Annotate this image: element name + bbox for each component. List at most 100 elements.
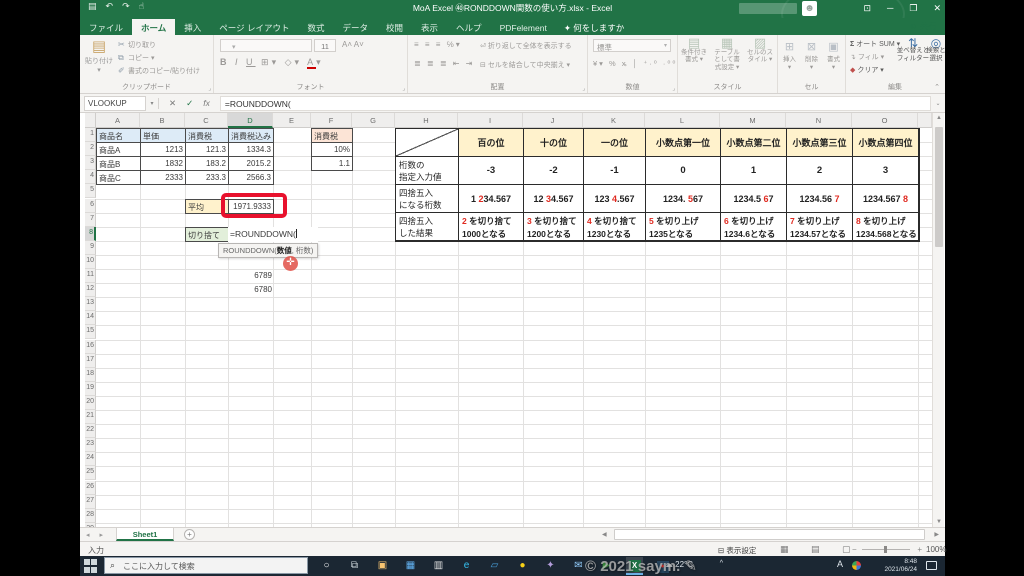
table-number-6[interactable]: 1234.567 8 (853, 185, 919, 213)
row-header-7[interactable]: 7 (85, 213, 96, 227)
column-header-L[interactable]: L (645, 113, 720, 128)
table-header-3[interactable]: 小数点第一位 (646, 129, 721, 157)
table-number-3[interactable]: 1234. 567 (646, 185, 721, 213)
display-settings-button[interactable]: ⊟ 表示設定 (718, 545, 756, 556)
table-number-0[interactable]: 1 234.567 (459, 185, 524, 213)
row-header-27[interactable]: 27 (85, 495, 96, 509)
cancel-formula-icon[interactable]: ✕ (169, 98, 176, 109)
font-size-box[interactable]: 11 (314, 39, 336, 52)
cell-A2[interactable]: 商品A (96, 142, 141, 157)
cell-D8-editing[interactable]: =ROUNDDOWN( (228, 227, 318, 242)
font-name-box[interactable]: ▾ (220, 39, 312, 52)
cell-D4[interactable]: 2566.3 (228, 170, 274, 185)
table-corner-cell[interactable] (396, 129, 459, 157)
table-number-2[interactable]: 123 4.567 (584, 185, 646, 213)
insert-function-icon[interactable]: fx (203, 98, 210, 109)
row-header-16[interactable]: 16 (85, 340, 96, 354)
worksheet-grid[interactable]: ABCDEFGHIJKLMNO1234567891011121314151617… (80, 113, 932, 527)
tab-r8[interactable]: ヘルプ (447, 19, 491, 36)
column-header-J[interactable]: J (523, 113, 583, 128)
name-box[interactable]: VLOOKUP (84, 96, 146, 111)
cell-B2[interactable]: 1213 (140, 142, 186, 157)
share-button[interactable]: ☺ 共有 (909, 20, 937, 32)
row-header-11[interactable]: 11 (85, 269, 96, 283)
taskbar-clock[interactable]: 8:48 2021/06/24 (884, 558, 917, 574)
app-blue-icon[interactable]: ▱ (486, 557, 503, 575)
number-format-box[interactable]: 標準▾ (593, 39, 671, 52)
table-result-4[interactable]: 6 を切り上げ1234.6となる (721, 213, 787, 241)
table-result-0[interactable]: 2 を切り捨て1000となる (459, 213, 524, 241)
paste-button[interactable]: ▤貼り付け ▾ (84, 38, 114, 82)
table-header-5[interactable]: 小数点第三位 (787, 129, 853, 157)
table-digit-2[interactable]: -1 (584, 157, 646, 185)
cell-B3[interactable]: 1832 (140, 156, 186, 171)
column-header-C[interactable]: C (185, 113, 228, 128)
wrap-text-button[interactable]: ⏎ 折り返して全体を表示する (480, 41, 572, 51)
name-box-dropdown-icon[interactable]: ▾ (146, 100, 158, 107)
scroll-down-icon[interactable]: ▼ (933, 519, 945, 525)
cell-A4[interactable]: 商品C (96, 170, 141, 185)
table-result-5[interactable]: 7 を切り上げ1234.57となる (787, 213, 853, 241)
horizontal-scrollbar[interactable]: ◀ ▶ (600, 529, 941, 540)
cell-C4[interactable]: 233.3 (185, 170, 229, 185)
copy-button[interactable]: ⧉コピー ▾ (118, 52, 200, 65)
fill-button[interactable]: ↴ フィル ▾ (850, 51, 900, 64)
zoom-slider[interactable]: −+ (852, 545, 922, 554)
tell-me-box[interactable]: ✦ 何をしますか (556, 19, 632, 34)
tab-r6[interactable]: 校閲 (377, 19, 412, 36)
minimize-button[interactable]: ─ (887, 3, 893, 14)
cell-styles-button[interactable]: ▨セルのスタイル ▾ (744, 39, 776, 64)
row-header-25[interactable]: 25 (85, 466, 96, 480)
cell-F1[interactable]: 消費税 (311, 128, 353, 143)
cell-F3[interactable]: 1.1 (311, 156, 353, 171)
format-button[interactable]: ▣書式▾ (823, 40, 844, 71)
app-dark-icon[interactable]: ✦ (542, 557, 559, 575)
notification-center-icon[interactable] (926, 561, 937, 570)
table-result-3[interactable]: 5 を切り上げ1235となる (646, 213, 721, 241)
enter-formula-icon[interactable]: ✓ (186, 98, 193, 109)
table-header-4[interactable]: 小数点第二位 (721, 129, 787, 157)
tab-r5[interactable]: データ (334, 19, 378, 36)
store-icon[interactable]: ▥ (430, 557, 447, 575)
taskbar-search-input[interactable]: ⌕ここに入力して検索 (104, 557, 308, 574)
table-digit-3[interactable]: 0 (646, 157, 721, 185)
row-header-21[interactable]: 21 (85, 410, 96, 424)
row-header-19[interactable]: 19 (85, 382, 96, 396)
table-digit-1[interactable]: -2 (524, 157, 584, 185)
merge-center-button[interactable]: ⊟ セルを結合して中央揃え ▾ (480, 60, 570, 70)
restore-button[interactable]: ❐ (909, 3, 917, 14)
table-row-label-2[interactable]: 四捨五入した結果 (396, 213, 459, 241)
cell-D11[interactable]: 6789 (228, 269, 274, 284)
row-header-14[interactable]: 14 (85, 311, 96, 325)
column-header-D[interactable]: D (228, 113, 273, 128)
column-header-K[interactable]: K (583, 113, 645, 128)
ime-indicator[interactable]: A (837, 559, 843, 569)
cell-D3[interactable]: 2015.2 (228, 156, 274, 171)
table-number-5[interactable]: 1234.56 7 (787, 185, 853, 213)
row-header-15[interactable]: 15 (85, 325, 96, 339)
table-digit-4[interactable]: 1 (721, 157, 787, 185)
alignment-dialog-launcher[interactable]: ⌟ (582, 85, 585, 92)
vertical-scroll-thumb[interactable] (935, 127, 943, 247)
scroll-up-icon[interactable]: ▲ (933, 115, 945, 121)
column-header-N[interactable]: N (786, 113, 852, 128)
row-header-1[interactable]: 1 (85, 128, 96, 142)
font-style-buttons[interactable]: B I U ⊞▾ ◇▾ A▾ (220, 57, 324, 68)
close-button[interactable]: ✕ (933, 3, 941, 14)
format-as-table-button[interactable]: ▦テーブルとして書式設定 ▾ (711, 39, 743, 71)
row-header-18[interactable]: 18 (85, 368, 96, 382)
column-header-F[interactable]: F (311, 113, 352, 128)
table-result-1[interactable]: 3 を切り捨て1200となる (524, 213, 584, 241)
row-header-5[interactable]: 5 (85, 184, 96, 198)
find-select-button[interactable]: ◎検索と選択 (924, 39, 948, 63)
font-grow-shrink[interactable]: A˄ A˅ (342, 40, 364, 49)
row-header-28[interactable]: 28 (85, 509, 96, 523)
row-header-22[interactable]: 22 (85, 424, 96, 438)
cell-C8[interactable]: 切り捨て (185, 227, 229, 242)
column-header-partial[interactable] (918, 113, 932, 128)
clear-button[interactable]: ◆ クリア ▾ (850, 64, 900, 77)
collapse-ribbon-icon[interactable]: ⌃ (934, 83, 940, 91)
row-header-23[interactable]: 23 (85, 438, 96, 452)
font-dialog-launcher[interactable]: ⌟ (402, 85, 405, 92)
column-header-M[interactable]: M (720, 113, 786, 128)
